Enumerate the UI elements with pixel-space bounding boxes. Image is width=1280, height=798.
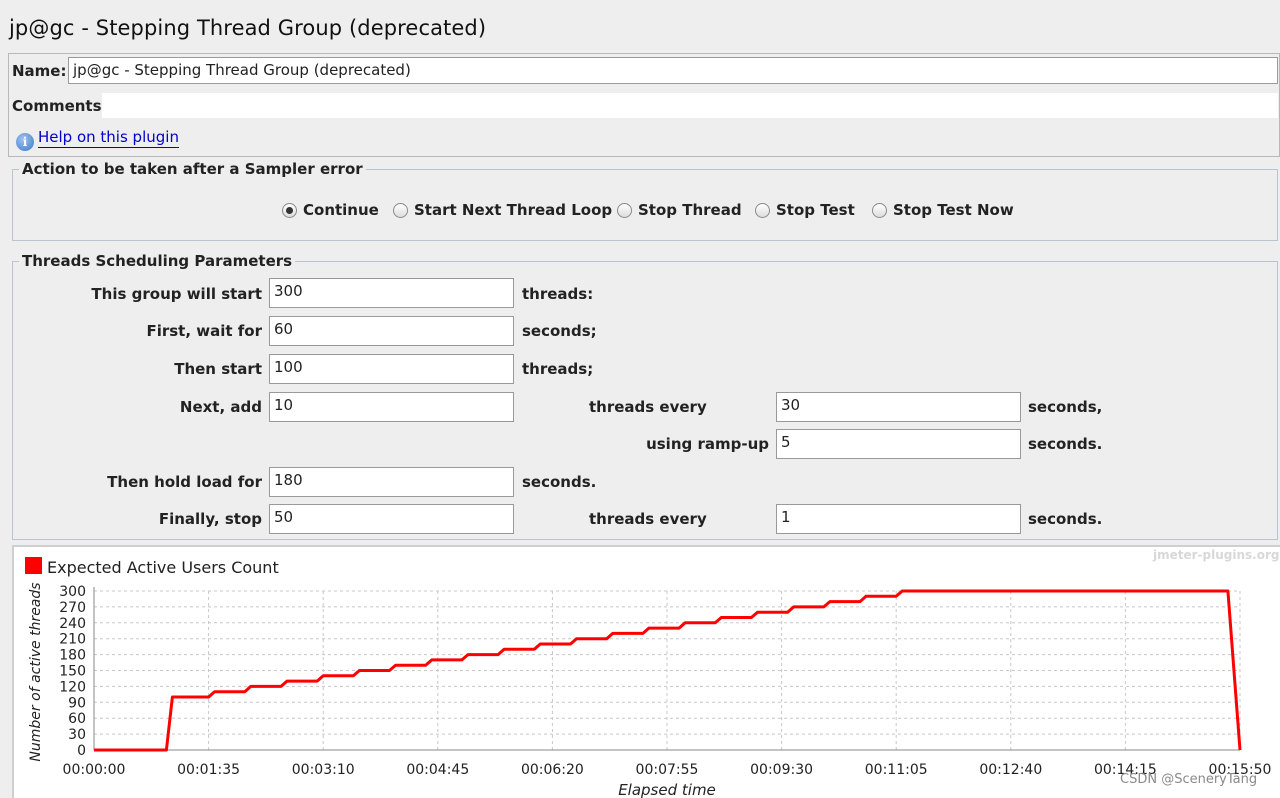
finally-stop-label: Finally, stop [158, 510, 262, 528]
hold-load-label: Then hold load for [107, 473, 262, 491]
radio-stop-test[interactable]: Stop Test [755, 201, 855, 219]
add-interval-unit: seconds, [1028, 398, 1103, 416]
radio-stop-thread[interactable]: Stop Thread [617, 201, 742, 219]
threads-scheduling-legend: Threads Scheduling Parameters [22, 252, 293, 270]
radio-label: Stop Thread [638, 201, 742, 219]
add-interval-input[interactable]: 30 [776, 392, 1021, 422]
help-link[interactable]: Help on this plugin [38, 128, 179, 148]
radio-unselected-icon [755, 202, 770, 218]
radio-stop-test-now[interactable]: Stop Test Now [872, 201, 1014, 219]
initial-delay-input[interactable]: 60 [269, 316, 514, 346]
hold-load-unit: seconds. [522, 473, 597, 491]
stop-threads-input[interactable]: 50 [269, 504, 514, 534]
initial-delay-unit: seconds; [522, 322, 597, 340]
name-label: Name: [12, 62, 67, 80]
hold-load-input[interactable]: 180 [269, 467, 514, 497]
rampup-label: using ramp-up [646, 435, 769, 453]
stop-interval-input[interactable]: 1 [776, 504, 1021, 534]
radio-label: Stop Test [776, 201, 855, 219]
stop-interval-unit: seconds. [1028, 510, 1103, 528]
chart-panel [12, 545, 1280, 798]
chart-watermark: jmeter-plugins.org [1153, 548, 1280, 562]
page-title: jp@gc - Stepping Thread Group (deprecate… [9, 16, 487, 40]
radio-unselected-icon [393, 202, 408, 218]
radio-continue[interactable]: Continue [282, 201, 379, 219]
comments-label: Comments: [12, 97, 108, 115]
initial-delay-label: First, wait for [146, 322, 262, 340]
page-watermark: CSDN @SceneryTang [1120, 772, 1258, 787]
then-start-input[interactable]: 100 [269, 354, 514, 384]
comments-input[interactable] [102, 93, 1278, 118]
radio-label: Stop Test Now [893, 201, 1014, 219]
radio-unselected-icon [872, 202, 887, 218]
stop-threads-every-label: threads every [589, 510, 707, 528]
add-threads-label: Next, add [179, 398, 262, 416]
radio-unselected-icon [617, 202, 632, 218]
start-threads-input[interactable]: 300 [269, 278, 514, 308]
radio-selected-icon [282, 202, 297, 218]
radio-label: Continue [303, 201, 379, 219]
then-start-label: Then start [174, 360, 262, 378]
rampup-input[interactable]: 5 [776, 429, 1021, 459]
then-start-unit: threads; [522, 360, 594, 378]
threads-every-label: threads every [589, 398, 707, 416]
info-icon: i [16, 133, 34, 151]
rampup-unit: seconds. [1028, 435, 1103, 453]
start-threads-unit: threads: [522, 285, 594, 303]
add-threads-input[interactable]: 10 [269, 392, 514, 422]
sampler-error-legend: Action to be taken after a Sampler error [22, 160, 363, 178]
radio-label: Start Next Thread Loop [414, 201, 613, 219]
name-input[interactable]: jp@gc - Stepping Thread Group (deprecate… [68, 57, 1278, 84]
start-threads-label: This group will start [91, 285, 262, 303]
radio-start-next-thread-loop[interactable]: Start Next Thread Loop [393, 201, 612, 219]
